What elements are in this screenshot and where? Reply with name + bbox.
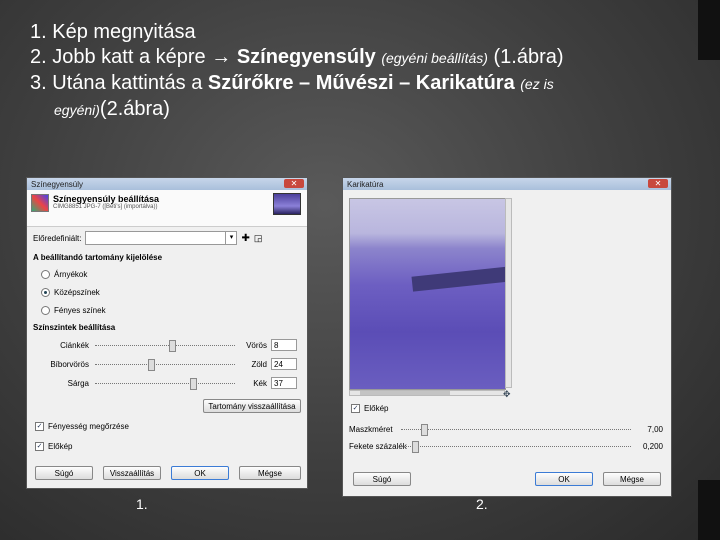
close-icon[interactable]: ✕ xyxy=(284,179,304,188)
instruction-3-cont: egyéni)(2.ábra) xyxy=(54,98,170,120)
cancel-button[interactable]: Mégse xyxy=(239,466,301,480)
radio-shadows[interactable]: Árnyékok xyxy=(41,270,87,279)
checkmark-icon: ✓ xyxy=(351,404,360,413)
slider-knob[interactable] xyxy=(148,359,155,371)
close-icon[interactable]: ✕ xyxy=(648,179,668,188)
slider-track[interactable] xyxy=(95,364,235,365)
preview-check[interactable]: ✓ Előkép xyxy=(351,404,388,413)
slider-track[interactable] xyxy=(95,383,235,384)
slider-knob[interactable] xyxy=(411,441,419,453)
slider-track[interactable] xyxy=(401,429,631,430)
bottom-corner-bar xyxy=(698,480,720,540)
dialog-header: Színegyensúly beállítása CIMG8851 JPG-7 … xyxy=(27,190,307,227)
slider-track[interactable] xyxy=(95,345,235,346)
range-section-title: A beállítandó tartomány kijelölése xyxy=(33,253,163,262)
reset-button[interactable]: Visszaállítás xyxy=(103,466,161,480)
figure-caption-2: 2. xyxy=(476,496,488,512)
instruction-2: 2. Jobb katt a képre → Színegyensúly (eg… xyxy=(30,46,564,68)
checkmark-icon: ✓ xyxy=(35,442,44,451)
help-button[interactable]: Súgó xyxy=(35,466,93,480)
arrow-icon: → xyxy=(211,46,232,68)
navigate-icon[interactable]: ✥ xyxy=(503,389,511,400)
color-balance-titlebar: Színegyensúly ✕ xyxy=(27,178,307,190)
cartoon-dialog: Karikatúra ✕ ✥ ✓ Előkép Maszkméret 7,00 F… xyxy=(342,177,672,497)
header-subtitle: CIMG8851 JPG-7 ([Beti's] (importálva)) xyxy=(53,204,158,210)
slider-black-percent: Fekete százalék 0,200 xyxy=(349,441,663,453)
image-thumbnail xyxy=(273,193,301,215)
value-spinbox[interactable]: 8 xyxy=(271,339,297,351)
slider-yellow-blue: Sárga Kék 37 xyxy=(33,377,299,391)
instruction-1: 1. Kép megnyitása xyxy=(30,21,196,43)
preview-check[interactable]: ✓ Előkép xyxy=(35,442,72,451)
presets-row: Előredefiniált: ▾ ✚ ◲ xyxy=(33,231,263,245)
cancel-button[interactable]: Mégse xyxy=(603,472,661,486)
slider-cyan-red: Ciánkék Vörös 8 xyxy=(33,339,299,353)
image-preview xyxy=(349,198,506,390)
add-preset-icon[interactable]: ✚ xyxy=(241,233,249,244)
ok-button[interactable]: OK xyxy=(171,466,229,480)
slider-knob[interactable] xyxy=(169,340,176,352)
radio-highlights[interactable]: Fényes színek xyxy=(41,306,106,315)
presets-combo[interactable]: ▾ xyxy=(85,231,238,245)
instruction-list: 1. Kép megnyitása 2. Jobb katt a képre →… xyxy=(30,20,710,123)
color-balance-dialog: Színegyensúly ✕ Színegyensúly beállítása… xyxy=(26,177,308,489)
adjust-section-title: Színszintek beállítása xyxy=(33,323,116,332)
chevron-down-icon: ▾ xyxy=(225,232,236,244)
checkmark-icon: ✓ xyxy=(35,422,44,431)
horizontal-scrollbar[interactable] xyxy=(349,390,505,396)
slider-magenta-green: Bíborvörös Zöld 24 xyxy=(33,358,299,372)
cartoon-titlebar: Karikatúra ✕ xyxy=(343,178,671,190)
preview-shoreline xyxy=(411,265,505,293)
header-title: Színegyensúly beállítása xyxy=(53,194,160,204)
preset-menu-icon[interactable]: ◲ xyxy=(254,233,263,244)
slider-mask-size: Maszkméret 7,00 xyxy=(349,424,663,436)
color-balance-icon xyxy=(31,194,49,212)
slider-knob[interactable] xyxy=(421,424,428,436)
ok-button[interactable]: OK xyxy=(535,472,593,486)
slider-knob[interactable] xyxy=(190,378,197,390)
value-spinbox[interactable]: 37 xyxy=(271,377,297,389)
value-label: 7,00 xyxy=(647,425,663,434)
reset-range-button[interactable]: Tartomány visszaállítása xyxy=(203,399,301,413)
value-label: 0,200 xyxy=(642,442,663,451)
instruction-3: 3. Utána kattintás a Szűrőkre – Művészi … xyxy=(30,72,554,94)
help-button[interactable]: Súgó xyxy=(353,472,411,486)
value-spinbox[interactable]: 24 xyxy=(271,358,297,370)
preserve-luminosity-check[interactable]: ✓ Fényesség megőrzése xyxy=(35,422,129,431)
figure-caption-1: 1. xyxy=(136,496,148,512)
radio-midtones[interactable]: Középszínek xyxy=(41,288,100,297)
vertical-scrollbar[interactable] xyxy=(505,198,512,388)
slider-track[interactable] xyxy=(401,446,631,447)
